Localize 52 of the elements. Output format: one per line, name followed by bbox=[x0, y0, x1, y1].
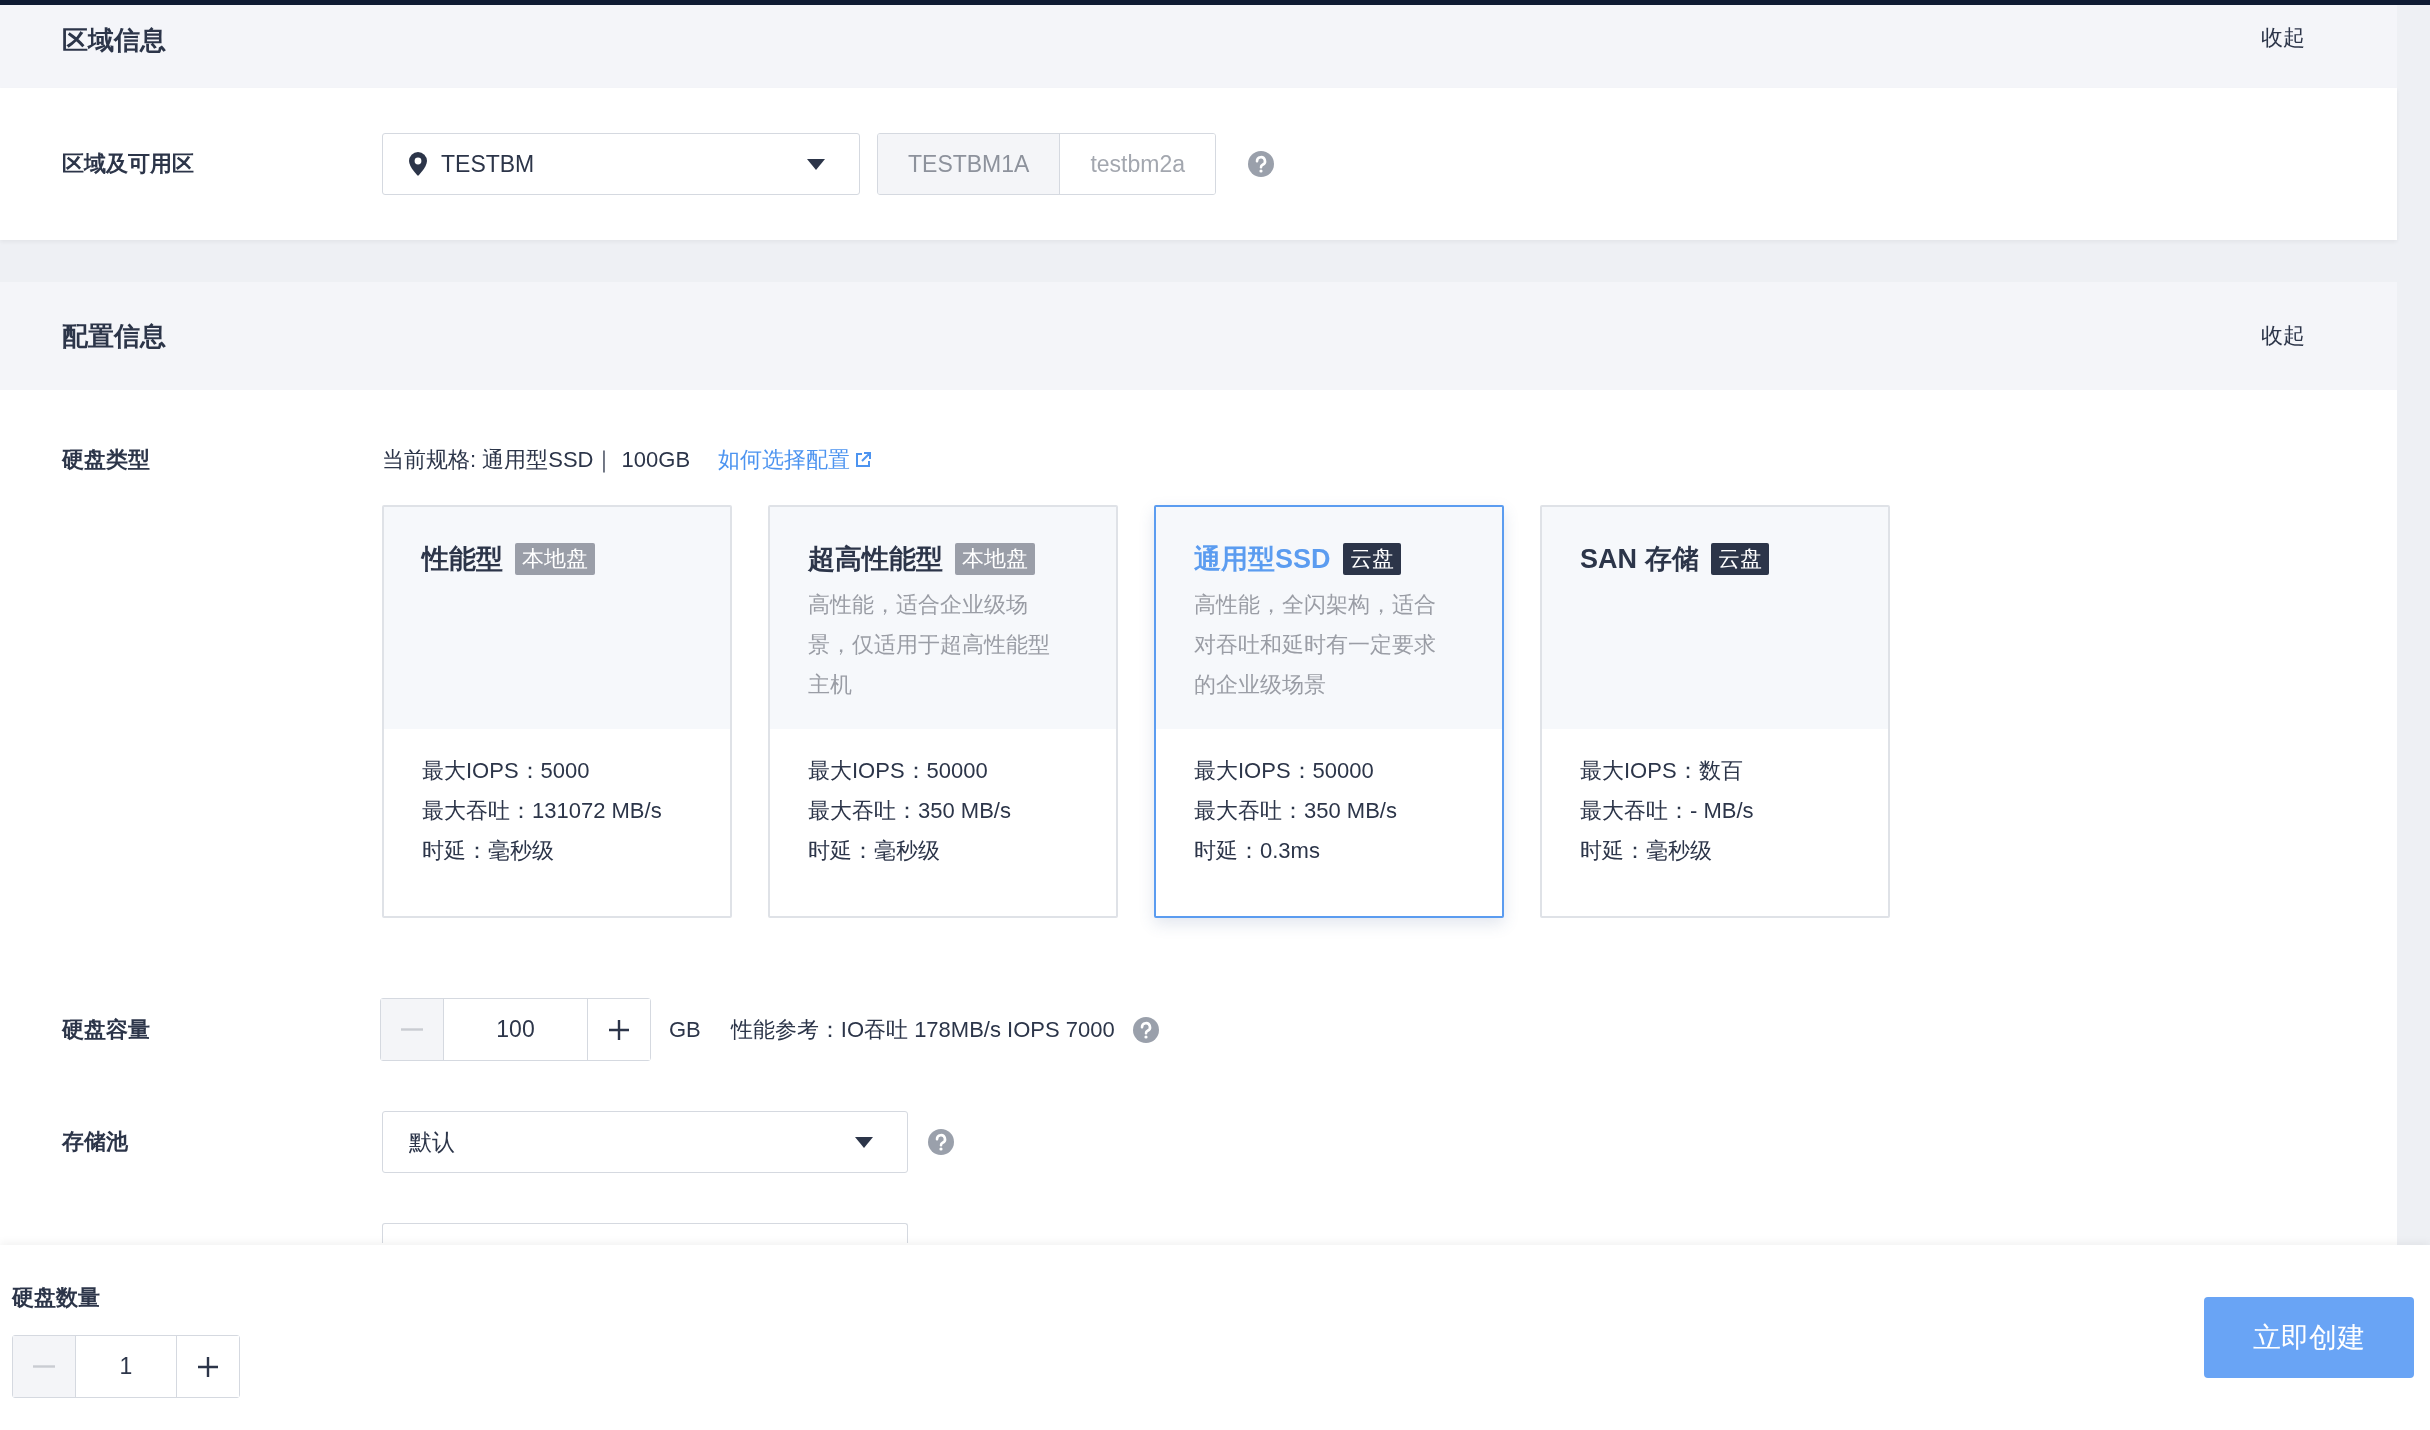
spec-text: 最大IOPS：5000 bbox=[422, 757, 591, 785]
field-label: 区域及可用区 bbox=[62, 150, 195, 178]
field-label: 存储池 bbox=[62, 1128, 129, 1156]
disk-tag: 本地盘 bbox=[515, 543, 595, 575]
card-title: 性能型 bbox=[422, 543, 503, 576]
help-icon bbox=[1132, 1016, 1159, 1043]
disk-tag: 本地盘 bbox=[955, 543, 1035, 575]
spec-text: 最大吞吐：131072 MB/s bbox=[422, 797, 663, 825]
section-title: 区域信息 bbox=[62, 24, 166, 57]
map-pin-icon bbox=[409, 152, 427, 176]
disk-tag: 云盘 bbox=[1342, 543, 1401, 575]
minus-icon bbox=[401, 1028, 423, 1031]
select-field[interactable] bbox=[382, 1223, 908, 1243]
performance-text: 性能参考：IO吞吐 178MB/s IOPS 7000 bbox=[730, 1015, 1115, 1044]
spec-text: 最大IOPS：数百 bbox=[1580, 757, 1744, 785]
caret-icon bbox=[807, 158, 825, 170]
caret-icon bbox=[855, 1136, 873, 1148]
spec-text: 最大吞吐：350 MB/s bbox=[808, 797, 1012, 825]
unit-text: GB bbox=[669, 1016, 701, 1043]
spec-text: 时延：毫秒级 bbox=[422, 837, 555, 865]
disk-type-card[interactable]: 通用型SSD 云盘 高性能，全闪架构，适合对吞吐和延时有一定要求的企业级场景 最大IOPS：50000 最大吞吐：350 MB/s 时延：0.3ms bbox=[1154, 505, 1504, 918]
help-icon bbox=[928, 1129, 954, 1155]
plus-icon bbox=[196, 1354, 220, 1379]
minus-icon bbox=[33, 1365, 55, 1368]
disk-type-card[interactable]: SAN 存储 云盘 最大IOPS：数百 最大吞吐：- MB/s 时延：毫秒级 bbox=[1540, 505, 1890, 918]
disk-type-card[interactable]: 超高性能型 本地盘 高性能，适合企业级场景，仅适用于超高性能型主机 最大IOPS：50000 最大吞吐：350 MB/s 时延：毫秒级 bbox=[768, 505, 1118, 918]
field-label: 硬盘容量 bbox=[62, 1015, 151, 1044]
section-title: 配置信息 bbox=[62, 319, 166, 353]
help-icon bbox=[1248, 151, 1275, 177]
spec-text: 最大吞吐：- MB/s bbox=[1580, 797, 1755, 825]
disk-tag: 云盘 bbox=[1710, 543, 1769, 575]
card-title: SAN 存储 bbox=[1580, 543, 1699, 576]
select-field[interactable]: 默认 bbox=[382, 1111, 908, 1173]
field-label: 硬盘数量 bbox=[12, 1284, 100, 1312]
current-spec-text: 当前规格: 通用型SSD｜ 100GB bbox=[382, 446, 691, 475]
card-description: 高性能，全闪架构，适合对吞吐和延时有一定要求的企业级场景 bbox=[1194, 591, 1437, 699]
spec-text: 最大IOPS：50000 bbox=[808, 757, 989, 785]
disk-type-card[interactable]: 性能型 本地盘 最大IOPS：5000 最大吞吐：131072 MB/s 时延：毫秒级 bbox=[382, 505, 732, 918]
plus-icon bbox=[607, 1017, 631, 1042]
card-title: 超高性能型 bbox=[808, 543, 943, 576]
collapse-link[interactable]: 收起 bbox=[2261, 321, 2305, 351]
spec-text: 最大吞吐：350 MB/s bbox=[1194, 797, 1398, 825]
spec-text: 时延：毫秒级 bbox=[808, 837, 941, 865]
external-link-icon bbox=[854, 451, 873, 469]
select-field[interactable]: TESTBM bbox=[382, 133, 860, 195]
spec-text: 最大IOPS：50000 bbox=[1194, 757, 1375, 785]
card-title: 通用型SSD bbox=[1194, 543, 1331, 576]
field-label: 硬盘类型 bbox=[62, 446, 151, 474]
collapse-link[interactable]: 收起 bbox=[2261, 23, 2305, 53]
card-description: 高性能，适合企业级场景，仅适用于超高性能型主机 bbox=[808, 591, 1051, 699]
spec-text: 时延：毫秒级 bbox=[1580, 837, 1713, 865]
spec-text: 时延：0.3ms bbox=[1194, 837, 1321, 865]
